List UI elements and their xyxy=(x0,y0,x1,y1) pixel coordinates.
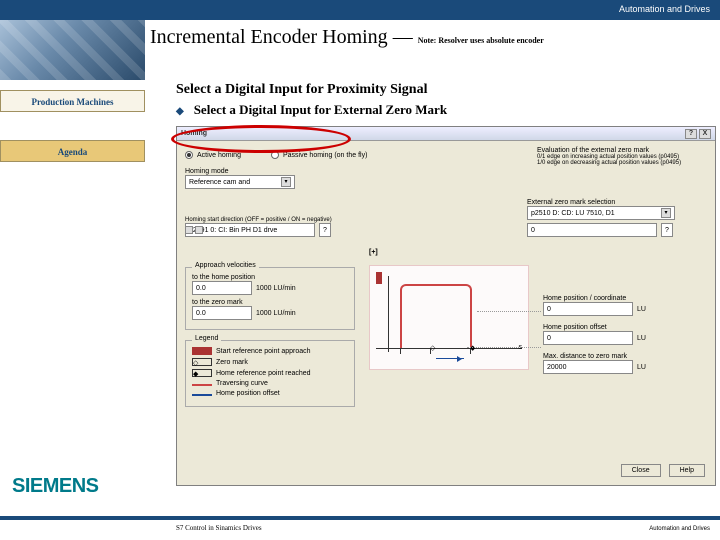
ext-zero-number-field[interactable]: 0 xyxy=(527,223,657,237)
step-buttons[interactable] xyxy=(185,226,203,234)
legend-title: Legend xyxy=(192,335,221,342)
window-help-button[interactable]: ? xyxy=(685,129,697,139)
decorative-corner-image xyxy=(0,20,145,80)
approach-group: Approach velocities to the home position… xyxy=(185,267,355,330)
legend-group: Legend Start reference point approach ◇Z… xyxy=(185,340,355,407)
approach1-label: to the home position xyxy=(192,274,348,281)
approach2-field[interactable]: 0.0 xyxy=(192,306,252,320)
diagram-start-flag xyxy=(376,272,382,284)
slide-title-row: Incremental Encoder Homing — Note: Resol… xyxy=(150,26,544,49)
close-button[interactable]: Close xyxy=(621,464,661,477)
radio-label: Active homing xyxy=(197,152,241,159)
legend5: Home position offset xyxy=(216,390,280,397)
legend1: Start reference point approach xyxy=(216,348,311,355)
legend2: Zero mark xyxy=(216,359,248,366)
legend-swatch-curve xyxy=(192,384,212,386)
rhs-maxdist-value: 20000 xyxy=(547,364,566,371)
approach-title: Approach velocities xyxy=(192,262,259,269)
ext-zero-label: External zero mark selection xyxy=(527,199,707,206)
slide-title: Incremental Encoder Homing xyxy=(150,26,388,48)
legend-swatch-start xyxy=(192,347,212,355)
homing-mode-label: Homing mode xyxy=(185,168,707,175)
legend3: Home reference point reached xyxy=(216,370,311,377)
dialog-title: Homing xyxy=(181,130,207,137)
rhs-maxdist-unit: LU xyxy=(637,364,646,371)
slide-line2-text: Select a Digital Input for External Zero… xyxy=(194,102,447,117)
diagram-plus: [+] xyxy=(369,249,378,256)
legend4: Traversing curve xyxy=(216,380,268,387)
rhs-home-coord-label: Home position / coordinate xyxy=(543,295,703,302)
sidebar-item-agenda[interactable]: Agenda xyxy=(0,140,145,162)
footer-right: Automation and Drives xyxy=(649,526,710,532)
rhs-home-coord-field[interactable]: 0 xyxy=(543,302,633,316)
radio-label: Passive homing (on the fly) xyxy=(283,152,367,159)
window-close-button[interactable]: X xyxy=(699,129,711,139)
approach1-value: 0.0 xyxy=(196,285,206,292)
slide-line2: ◆ Select a Digital Input for External Zer… xyxy=(176,102,447,118)
ext-zero-help[interactable]: ? xyxy=(661,223,673,237)
eval-line3: 1/0 edge on decreasing actual position v… xyxy=(537,160,707,166)
radio-passive-homing[interactable]: Passive homing (on the fly) xyxy=(271,147,367,163)
start-direction-help[interactable]: ? xyxy=(319,223,331,237)
ext-zero-select[interactable]: p2510 D: CD: LU 7510, D1 ▾ xyxy=(527,206,675,220)
approach1-unit: 1000 LU/min xyxy=(256,285,296,292)
slide-line1: Select a Digital Input for Proximity Sig… xyxy=(176,82,447,98)
ext-zero-number: 0 xyxy=(531,227,535,234)
legend-swatch-offset xyxy=(192,394,212,396)
rhs-maxdist-field[interactable]: 20000 xyxy=(543,360,633,374)
homing-dialog: Homing ? X Active homing Passive homing … xyxy=(176,126,716,486)
footer-left: S7 Control in Sinamics Drives xyxy=(176,524,262,532)
legend-swatch-reached: ◆ xyxy=(192,369,212,377)
rhs-offset-unit: LU xyxy=(637,335,646,342)
slide-dash: — xyxy=(388,26,418,48)
bullet-icon: ◆ xyxy=(176,106,184,117)
rhs-maxdist-label: Max. distance to zero mark xyxy=(543,353,703,360)
rhs-home-coord-value: 0 xyxy=(547,306,551,313)
sidebar: Production Machines Agenda xyxy=(0,90,145,162)
homing-diagram: ◇ ◆ s xyxy=(369,265,529,370)
homing-mode-value: Reference cam and xyxy=(189,179,250,186)
header-bar: Automation and Drives xyxy=(0,0,720,20)
radio-icon xyxy=(271,151,279,159)
siemens-logo: SIEMENS xyxy=(12,475,99,498)
rhs-offset-value: 0 xyxy=(547,335,551,342)
rhs-offset-field[interactable]: 0 xyxy=(543,331,633,345)
radio-icon xyxy=(185,151,193,159)
approach2-value: 0.0 xyxy=(196,310,206,317)
approach2-label: to the zero mark xyxy=(192,299,348,306)
legend-swatch-zero: ◇ xyxy=(192,358,212,366)
rhs-home-coord-unit: LU xyxy=(637,306,646,313)
slide-main-text: Select a Digital Input for Proximity Sig… xyxy=(176,82,447,118)
approach2-unit: 1000 LU/min xyxy=(256,310,296,317)
approach1-field[interactable]: 0.0 xyxy=(192,281,252,295)
eval-title: Evaluation of the external zero mark xyxy=(537,147,707,154)
slide-note: Note: Resolver uses absolute encoder xyxy=(418,36,544,45)
footer-bar xyxy=(0,516,720,520)
homing-mode-select[interactable]: Reference cam and ▾ xyxy=(185,175,295,189)
chevron-down-icon: ▾ xyxy=(281,177,291,187)
ext-zero-value: p2510 D: CD: LU 7510, D1 xyxy=(531,210,615,217)
help-button[interactable]: Help xyxy=(669,464,705,477)
radio-active-homing[interactable]: Active homing xyxy=(185,147,241,163)
dialog-titlebar: Homing ? X xyxy=(177,127,715,141)
chevron-down-icon: ▾ xyxy=(661,208,671,218)
sidebar-item-production-machines[interactable]: Production Machines xyxy=(0,90,145,112)
start-direction-field[interactable]: p2091 0: CI: Bin PH D1 drve xyxy=(185,223,315,237)
rhs-offset-label: Home position offset xyxy=(543,324,703,331)
